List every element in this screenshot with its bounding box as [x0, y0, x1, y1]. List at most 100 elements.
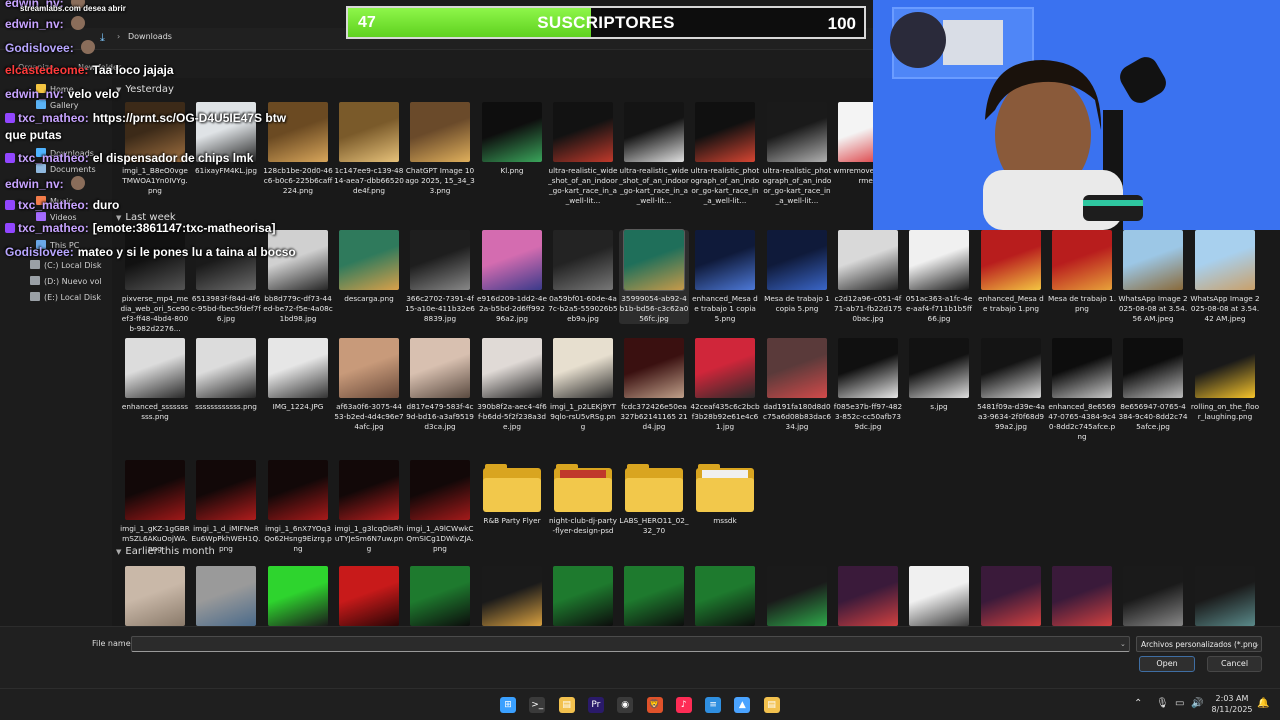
- sidebar-item[interactable]: Videos: [36, 212, 77, 222]
- file-item[interactable]: imgi_1_A9lCWwkCQmSICg1DWivZJA.png: [405, 460, 475, 554]
- file-item[interactable]: [833, 566, 903, 630]
- file-item[interactable]: 128cb1be-20d0-46c6-b0c6-225b6caff224.png: [263, 102, 333, 196]
- sidebar-item[interactable]: Gallery: [36, 100, 79, 110]
- file-name-input[interactable]: [131, 636, 1130, 652]
- file-item[interactable]: enhanced_ssssssssss.png: [120, 338, 190, 422]
- brave-icon[interactable]: 🦁: [646, 697, 663, 713]
- chevron-down-icon[interactable]: ⌄: [1254, 640, 1260, 648]
- folder-item[interactable]: mssdk: [690, 460, 760, 526]
- file-item[interactable]: Kl.png: [477, 102, 547, 176]
- sidebar-item[interactable]: Downloads: [36, 148, 94, 158]
- folder-item[interactable]: R&B Party Flyer: [477, 460, 547, 526]
- file-type-select[interactable]: Archivos personalizados (*.png: [1136, 636, 1262, 652]
- file-item[interactable]: descarga.png: [334, 230, 404, 304]
- file-item[interactable]: 8e656947-0765-4384-9c40-8dd2c745afce.jpg: [1118, 338, 1188, 432]
- cancel-button[interactable]: Cancel: [1207, 656, 1262, 672]
- new-folder-button[interactable]: New folder: [78, 63, 121, 72]
- photos-icon[interactable]: ▲: [734, 697, 751, 713]
- file-item[interactable]: 6513983f-f84d-4f6c-95bd-fbec5fdef7f6.jpg: [191, 230, 261, 324]
- file-item[interactable]: Mesa de trabajo 1.png: [1047, 230, 1117, 314]
- file-item[interactable]: imgi_1_gKZ-1gGBRmSZL6AKuOojWA.png: [120, 460, 190, 554]
- file-item[interactable]: dad191fa180d8d0c75a6d08b83dac634.jpg: [762, 338, 832, 432]
- folder-item[interactable]: LABS_HERO11_02_32_70: [619, 460, 689, 536]
- file-item[interactable]: 390b8f2a-aec4-4f6f-b6dd-5f2f238a3de.jpg: [477, 338, 547, 432]
- file-item[interactable]: s.jpg: [904, 338, 974, 412]
- file-item[interactable]: [191, 566, 261, 630]
- file-item[interactable]: pixverse_mp4_media_web_ori_5ce90ef3-ff48…: [120, 230, 190, 334]
- file-item[interactable]: WhatsApp Image 2025-08-08 at 3.54.56 AM.…: [1118, 230, 1188, 324]
- file-item[interactable]: rolling_on_the_floor_laughing.png: [1190, 338, 1260, 422]
- file-item[interactable]: WhatsApp Image 2025-08-08 at 3.54.42 AM.…: [1190, 230, 1260, 324]
- windows-start-icon[interactable]: ⊞: [500, 697, 516, 713]
- file-item[interactable]: d817e479-583f-4c9d-bd16-a3af9519d3ca.jpg: [405, 338, 475, 432]
- file-item[interactable]: imgi_1_d_iMIFNeREu6WpPkhWEH1Q.png: [191, 460, 261, 554]
- file-item[interactable]: [976, 566, 1046, 630]
- chevron-up-icon[interactable]: ⌃: [1134, 698, 1142, 709]
- file-item[interactable]: [405, 566, 475, 630]
- volume-icon[interactable]: 🔊: [1191, 698, 1203, 709]
- file-item[interactable]: 366c2702-7391-4f15-a10e-411b32e68839.jpg: [405, 230, 475, 324]
- open-button[interactable]: Open: [1139, 656, 1195, 672]
- file-item[interactable]: [1118, 566, 1188, 630]
- file-item[interactable]: [334, 566, 404, 630]
- file-item[interactable]: c2d12a96-c051-4f71-ab71-fb22d1750bac.jpg: [833, 230, 903, 324]
- file-item[interactable]: imgi_1_B8eO0vgeTMWOA1Yn0IVYg.png: [120, 102, 190, 196]
- file-item[interactable]: [263, 566, 333, 630]
- notepad-icon[interactable]: ≡: [705, 697, 722, 713]
- file-item[interactable]: fcdc372426e50ea327b62141165 21d4.jpg: [619, 338, 689, 432]
- file-item[interactable]: 0a59bf01-60de-4a7c-b2a5-559026b5eb9a.jpg: [548, 230, 618, 324]
- file-item[interactable]: 42ceaf435c6c2bcbf3b28b92e61e4c61.jpg: [690, 338, 760, 432]
- sidebar-item[interactable]: (E:) Local Disk: [30, 292, 101, 302]
- microphone-icon[interactable]: 🎙: [1156, 698, 1169, 709]
- file-item[interactable]: enhanced_Mesa de trabajo 1 copia 5.png: [690, 230, 760, 324]
- file-item[interactable]: bb8d779c-df73-44ed-be72-f5e-4a08c1bd98.j…: [263, 230, 333, 324]
- breadcrumb[interactable]: Downloads: [128, 32, 172, 41]
- premiere-icon[interactable]: Pr: [587, 697, 604, 713]
- sidebar-item[interactable]: Music: [36, 196, 73, 206]
- folder-icon[interactable]: ▤: [763, 697, 780, 713]
- file-item[interactable]: [120, 566, 190, 630]
- file-item[interactable]: [619, 566, 689, 630]
- file-item[interactable]: [690, 566, 760, 630]
- file-item[interactable]: [477, 566, 547, 630]
- clock-time[interactable]: 2:03 AM: [1207, 694, 1257, 703]
- file-item[interactable]: enhanced_Mesa de trabajo 1.png: [976, 230, 1046, 314]
- file-item[interactable]: [548, 566, 618, 630]
- obs-icon[interactable]: ◉: [617, 697, 634, 713]
- file-item[interactable]: ChatGPT Image 10 ago 2025, 15_34_33.png: [405, 102, 475, 196]
- file-item[interactable]: Mesa de trabajo 1 copia 5.png: [762, 230, 832, 314]
- file-item[interactable]: [904, 566, 974, 630]
- folder-item[interactable]: night-club-dj-party-flyer-design-psd: [548, 460, 618, 536]
- file-item[interactable]: f085e37b-ff97-4823-852c-cc50afb739dc.jpg: [833, 338, 903, 432]
- network-icon[interactable]: ▭: [1175, 698, 1184, 709]
- file-item[interactable]: ultra-realistic_photograph_of_an_indoor_…: [690, 102, 760, 206]
- file-item[interactable]: imgi_1_p2LEKj9YT9qlo-rsU5vRSg.png: [548, 338, 618, 432]
- file-item[interactable]: 051ac363-a1fc-4ee-aaf4-f711b1b5ff66.jpg: [904, 230, 974, 324]
- file-item[interactable]: [762, 566, 832, 630]
- terminal-icon[interactable]: >_: [529, 697, 546, 713]
- chevron-down-icon[interactable]: ⌄: [1120, 640, 1126, 648]
- organize-button[interactable]: Organize: [18, 63, 54, 72]
- sidebar-item[interactable]: (D:) Nuevo vol: [30, 276, 102, 286]
- file-item[interactable]: 61ixayFM4KL.jpg: [191, 102, 261, 176]
- tiktok-icon[interactable]: ♪: [675, 697, 692, 713]
- file-item[interactable]: enhanced_8e656947-0765-4384-9c40-8dd2c74…: [1047, 338, 1117, 442]
- sidebar-item[interactable]: (C:) Local Disk: [30, 260, 102, 270]
- file-item[interactable]: ultra-realistic_photograph_of_an_indoor_…: [762, 102, 832, 206]
- file-explorer-icon[interactable]: ▤: [558, 697, 575, 713]
- file-item[interactable]: 1c147ee9-c139-4814-aea7-dbb66520de4f.png: [334, 102, 404, 196]
- file-item[interactable]: ssssssssssss.png: [191, 338, 261, 412]
- file-item[interactable]: af63a0f6-3075-4453-b2ed-4d4c96e74afc.jpg: [334, 338, 404, 432]
- file-item[interactable]: e916d209-1dd2-4e2a-b5bd-2d6ff99296a2.jpg: [477, 230, 547, 324]
- group-header-last-week[interactable]: ▼ Last week: [116, 212, 176, 223]
- file-item[interactable]: imgi_1_g3lcqOisRhuTYJeSm6N7uw.png: [334, 460, 404, 554]
- file-item[interactable]: 5481f09a-d39e-4aa3-9634-2f0f68d999a2.jpg: [976, 338, 1046, 432]
- group-header-yesterday[interactable]: ▼ Yesterday: [116, 84, 174, 95]
- file-item[interactable]: 35999054-ab92-4b1b-bd56-c3c62a056fc.jpg: [619, 229, 689, 324]
- clock-date[interactable]: 8/11/2025: [1207, 705, 1257, 714]
- sidebar-item[interactable]: This PC: [36, 240, 79, 250]
- file-item[interactable]: ultra-realistic_wide_shot_of_an_indoor_g…: [619, 102, 689, 206]
- file-item[interactable]: [1190, 566, 1260, 630]
- file-item[interactable]: imgi_1_6nX7YOq3Qo62Hsng9Eizrg.png: [263, 460, 333, 554]
- file-item[interactable]: [1047, 566, 1117, 630]
